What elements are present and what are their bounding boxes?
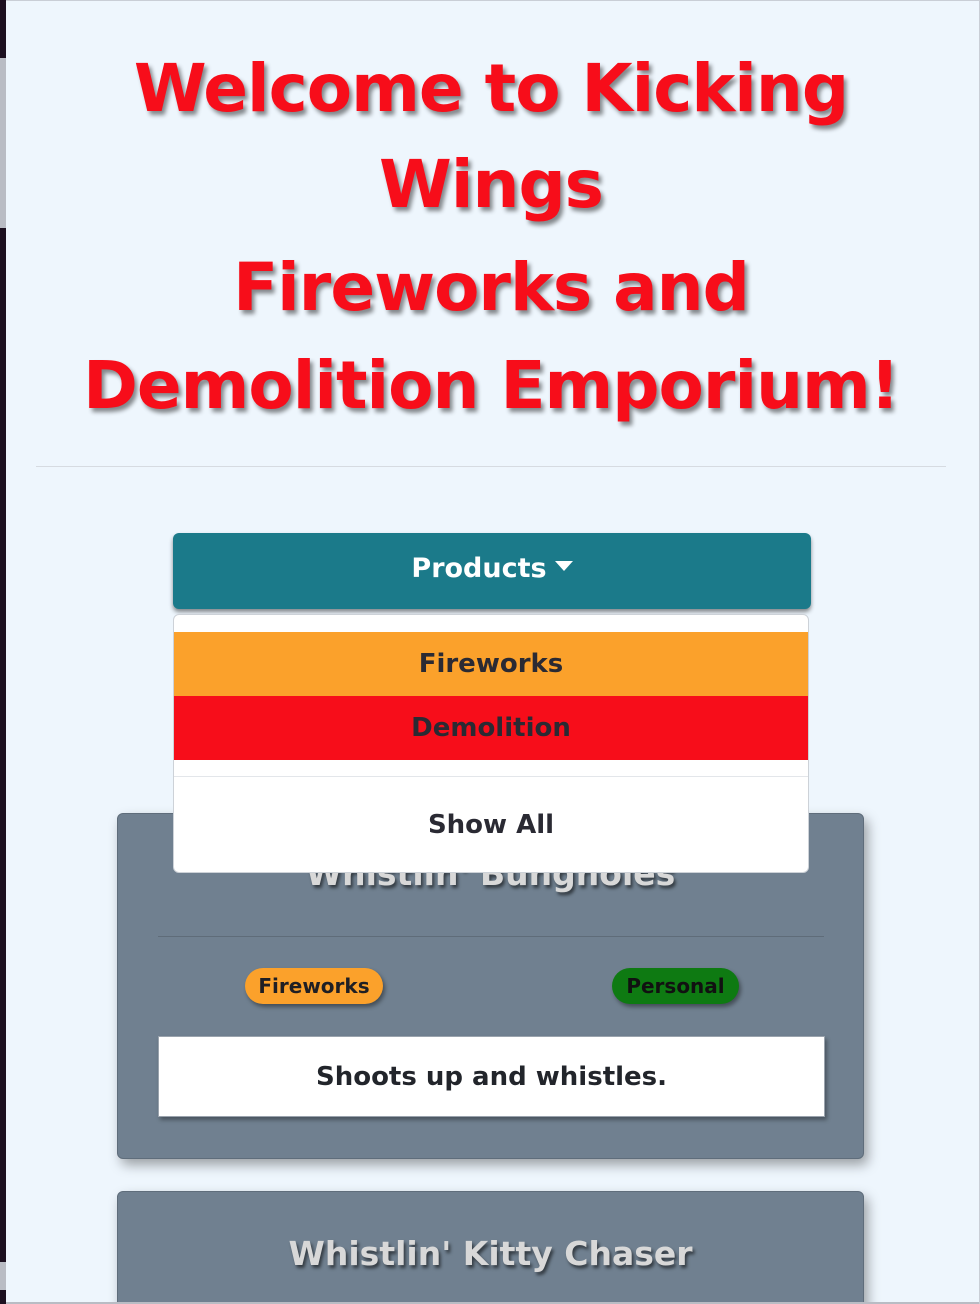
type-badge: Personal <box>612 968 739 1004</box>
product-description: Shoots up and whistles. <box>158 1036 825 1117</box>
dropdown-item-fireworks[interactable]: Fireworks <box>174 632 808 696</box>
page-header: Welcome to Kicking Wings Fireworks and D… <box>36 41 946 435</box>
type-badge-label: Personal <box>626 974 725 998</box>
dropdown-item-label: Demolition <box>411 713 571 743</box>
products-button-label: Products <box>411 553 547 584</box>
dropdown-divider <box>174 776 808 777</box>
category-badge: Fireworks <box>245 968 383 1004</box>
products-dropdown-button[interactable]: Products <box>173 533 811 609</box>
dropdown-item-show-all[interactable]: Show All <box>174 793 808 857</box>
page: Welcome to Kicking Wings Fireworks and D… <box>6 0 980 1304</box>
caret-down-icon <box>554 560 573 571</box>
page-title-line1: Welcome to Kicking Wings <box>133 50 849 223</box>
dropdown-item-label: Show All <box>427 810 555 840</box>
product-name: Whistlin' Kitty Chaser <box>288 1234 693 1273</box>
dropdown-item-demolition[interactable]: Demolition <box>174 696 808 760</box>
page-title-line2: Fireworks and Demolition Emporium! <box>83 249 900 424</box>
product-description-text: Shoots up and whistles. <box>315 1061 668 1092</box>
product-card: Whistlin' Kitty Chaser <box>117 1191 864 1304</box>
card-divider <box>158 936 824 937</box>
category-badge-label: Fireworks <box>258 974 370 998</box>
dropdown-item-label: Fireworks <box>418 649 564 679</box>
products-dropdown-menu: Fireworks Demolition Show All <box>173 614 809 873</box>
header-divider <box>36 466 946 467</box>
